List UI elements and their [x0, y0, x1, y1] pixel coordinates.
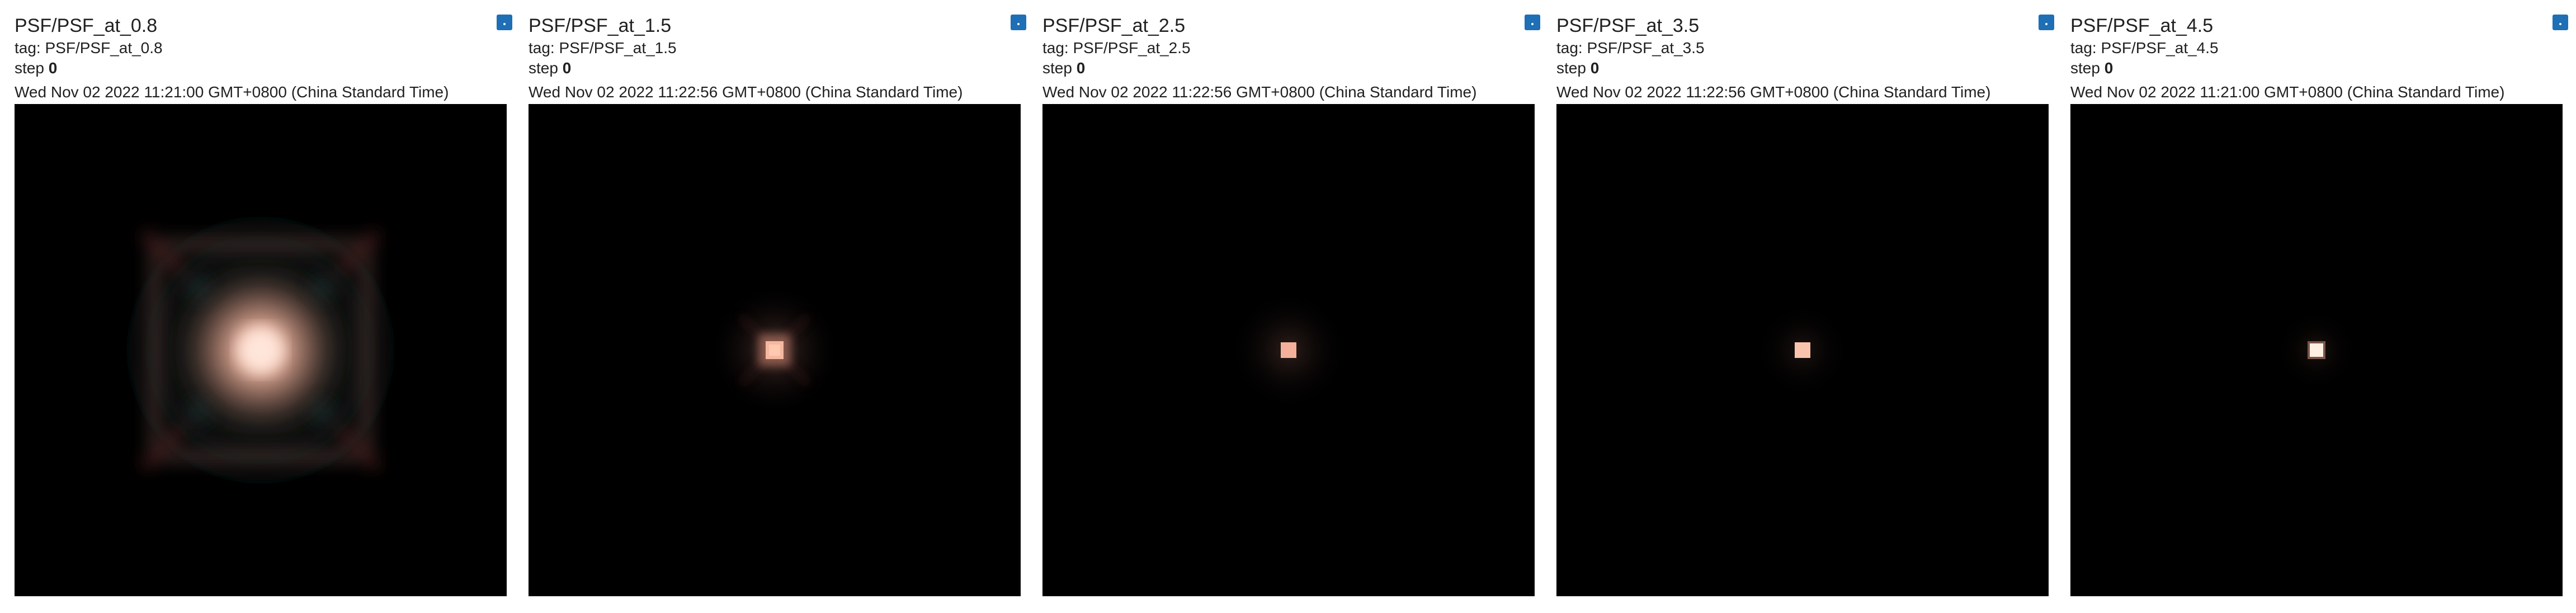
card-step: step 0: [15, 59, 57, 77]
expand-icon: [2045, 23, 2047, 25]
card-step: step 0: [1556, 59, 1599, 77]
card-tag: tag: PSF/PSF_at_4.5: [2070, 39, 2219, 57]
expand-button[interactable]: [1525, 15, 1540, 30]
card-timestamp: Wed Nov 02 2022 11:21:00 GMT+0800 (China…: [2070, 83, 2505, 101]
card-tag: tag: PSF/PSF_at_2.5: [1042, 39, 1191, 57]
tag-prefix: tag:: [2070, 39, 2101, 56]
step-value: 0: [1076, 59, 1086, 77]
image-card-psf-4.5: PSF/PSF_at_4.5 tag: PSF/PSF_at_4.5 step …: [2070, 0, 2568, 613]
card-step: step 0: [2070, 59, 2113, 77]
tag-prefix: tag:: [15, 39, 45, 56]
card-title: PSF/PSF_at_0.8: [15, 15, 158, 36]
tag-prefix: tag:: [529, 39, 559, 56]
tag-value: PSF/PSF_at_1.5: [559, 39, 677, 56]
step-label: step: [2070, 59, 2100, 77]
image-card-psf-1.5: PSF/PSF_at_1.5 tag: PSF/PSF_at_1.5 step …: [529, 0, 1026, 613]
step-value: 0: [1590, 59, 1600, 77]
image-card-psf-0.8: PSF/PSF_at_0.8 tag: PSF/PSF_at_0.8 step …: [15, 0, 512, 613]
card-timestamp: Wed Nov 02 2022 11:21:00 GMT+0800 (China…: [15, 83, 449, 101]
card-title: PSF/PSF_at_2.5: [1042, 15, 1186, 36]
expand-button[interactable]: [1011, 15, 1026, 30]
step-value: 0: [2104, 59, 2113, 77]
tag-prefix: tag:: [1042, 39, 1073, 56]
card-tag: tag: PSF/PSF_at_1.5: [529, 39, 677, 57]
tag-prefix: tag:: [1556, 39, 1587, 56]
card-title: PSF/PSF_at_1.5: [529, 15, 672, 36]
expand-button[interactable]: [497, 15, 512, 30]
tag-value: PSF/PSF_at_0.8: [45, 39, 163, 56]
step-label: step: [15, 59, 44, 77]
card-title: PSF/PSF_at_3.5: [1556, 15, 1700, 36]
psf-image-svg: [529, 104, 1021, 596]
card-title: PSF/PSF_at_4.5: [2070, 15, 2214, 36]
card-step: step 0: [529, 59, 571, 77]
psf-image-svg: [1556, 104, 2049, 596]
tag-value: PSF/PSF_at_4.5: [2101, 39, 2219, 56]
tag-value: PSF/PSF_at_3.5: [1587, 39, 1705, 56]
card-timestamp: Wed Nov 02 2022 11:22:56 GMT+0800 (China…: [529, 83, 963, 101]
card-step: step 0: [1042, 59, 1085, 77]
psf-image: [15, 104, 507, 596]
expand-icon: [1531, 23, 1534, 25]
step-label: step: [1556, 59, 1586, 77]
tag-value: PSF/PSF_at_2.5: [1073, 39, 1191, 56]
card-timestamp: Wed Nov 02 2022 11:22:56 GMT+0800 (China…: [1042, 83, 1477, 101]
expand-icon: [1017, 23, 1020, 25]
step-value: 0: [48, 59, 58, 77]
psf-image: [1556, 104, 2049, 596]
card-timestamp: Wed Nov 02 2022 11:22:56 GMT+0800 (China…: [1556, 83, 1991, 101]
expand-button[interactable]: [2553, 15, 2568, 30]
psf-image-svg: [15, 104, 507, 596]
expand-button[interactable]: [2039, 15, 2054, 30]
step-label: step: [1042, 59, 1072, 77]
step-value: 0: [562, 59, 572, 77]
card-tag: tag: PSF/PSF_at_3.5: [1556, 39, 1705, 57]
card-tag: tag: PSF/PSF_at_0.8: [15, 39, 163, 57]
image-card-psf-3.5: PSF/PSF_at_3.5 tag: PSF/PSF_at_3.5 step …: [1556, 0, 2054, 613]
expand-icon: [503, 23, 506, 25]
expand-icon: [2559, 23, 2561, 25]
psf-image-svg: [1042, 104, 1535, 596]
image-card-psf-2.5: PSF/PSF_at_2.5 tag: PSF/PSF_at_2.5 step …: [1042, 0, 1540, 613]
step-label: step: [529, 59, 558, 77]
psf-image: [529, 104, 1021, 596]
psf-image: [1042, 104, 1535, 596]
psf-image-svg: [2070, 104, 2563, 596]
psf-image: [2070, 104, 2563, 596]
